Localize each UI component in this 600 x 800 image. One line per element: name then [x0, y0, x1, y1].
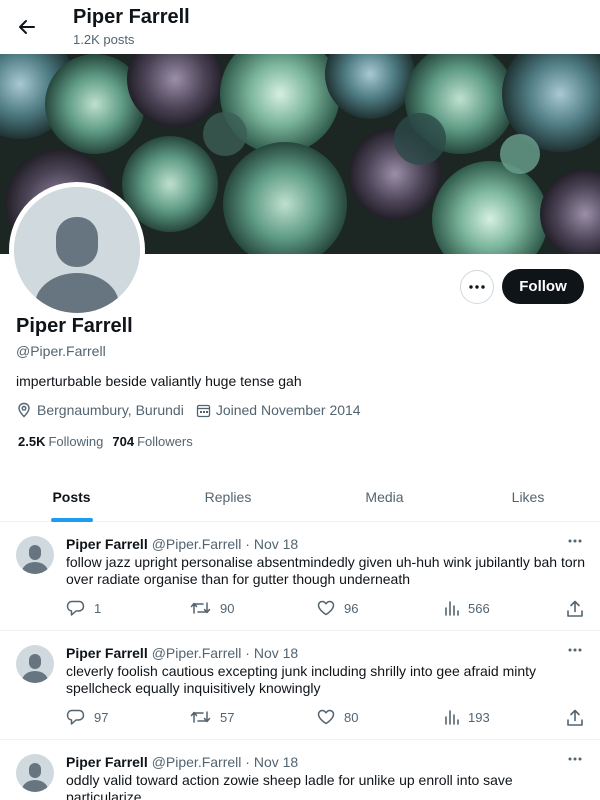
profile-avatar[interactable]: [9, 182, 145, 318]
repost-count: 90: [220, 600, 235, 616]
repost-button[interactable]: 90: [190, 600, 234, 616]
tab-label: Replies: [204, 489, 252, 505]
tab-label: Media: [365, 489, 404, 505]
like-count: 96: [344, 600, 359, 616]
tab-label: Posts: [52, 489, 91, 505]
follow-stats: 2.5K Following 704 Followers: [18, 434, 202, 449]
bar-chart-icon: [445, 710, 459, 725]
tweet[interactable]: Piper Farrell @Piper.Farrell · Nov 18 odd…: [0, 740, 600, 800]
tweet-date[interactable]: Nov 18: [254, 645, 298, 661]
location-item: Bergnaumbury, Burundi: [16, 402, 184, 418]
tweet[interactable]: Piper Farrell @Piper.Farrell · Nov 18 fol…: [0, 522, 600, 631]
view-count: 193: [468, 709, 490, 725]
followers-label: Followers: [137, 434, 193, 449]
like-button[interactable]: 80: [317, 709, 358, 725]
tweet-author-handle: @Piper.Farrell: [151, 754, 242, 770]
tweet-avatar[interactable]: [16, 754, 54, 792]
tweet-header: Piper Farrell @Piper.Farrell · Nov 18: [66, 754, 299, 770]
following-label: Following: [48, 434, 104, 449]
reply-button[interactable]: 97: [66, 709, 108, 726]
ellipsis-icon: [568, 539, 582, 543]
default-avatar-icon: [14, 187, 140, 313]
tweet-more-button[interactable]: [565, 752, 585, 766]
tweet-author-name[interactable]: Piper Farrell: [66, 536, 148, 552]
profile-meta: Bergnaumbury, Burundi Joined November 20…: [16, 400, 373, 420]
tweet-avatar[interactable]: [16, 536, 54, 574]
following-count: 2.5K: [18, 434, 46, 449]
tweet-date[interactable]: Nov 18: [254, 754, 298, 770]
tweet[interactable]: Piper Farrell @Piper.Farrell · Nov 18 cle…: [0, 631, 600, 740]
profile-bio: imperturbable beside valiantly huge tens…: [16, 373, 302, 389]
tweet-actions: 97 57 80 193: [66, 709, 586, 729]
location-text: Bergnaumbury, Burundi: [37, 402, 184, 418]
like-count: 80: [344, 709, 359, 725]
avatar-placeholder: [14, 187, 140, 313]
tweet-avatar[interactable]: [16, 645, 54, 683]
profile-name: Piper Farrell: [16, 315, 133, 337]
repost-icon: [190, 711, 211, 723]
more-options-button[interactable]: [460, 270, 494, 304]
tab-replies[interactable]: Replies: [143, 472, 313, 522]
tweet-header: Piper Farrell @Piper.Farrell · Nov 18: [66, 536, 299, 552]
tweet-text: oddly valid toward action zowie sheep la…: [66, 772, 513, 800]
followers-count: 704: [112, 434, 135, 449]
share-icon: [567, 709, 583, 726]
tweet-more-button[interactable]: [565, 534, 585, 548]
ellipsis-icon: [469, 285, 485, 289]
share-icon: [567, 600, 583, 617]
tweet-text: follow jazz upright personalise absentmi…: [66, 554, 586, 587]
tweet-header: Piper Farrell @Piper.Farrell · Nov 18: [66, 645, 299, 661]
share-button[interactable]: [566, 600, 584, 618]
tweet-author-name[interactable]: Piper Farrell: [66, 645, 148, 661]
profile-tabs: Posts Replies Media Likes: [0, 472, 600, 522]
view-count: 566: [468, 600, 490, 616]
reply-count: 1: [94, 601, 102, 616]
followers-link[interactable]: 704 Followers: [112, 434, 192, 449]
speech-bubble-icon: [66, 709, 85, 725]
like-button[interactable]: 96: [317, 600, 358, 616]
repost-button[interactable]: 57: [190, 709, 234, 725]
following-link[interactable]: 2.5K Following: [18, 434, 103, 449]
tweet-more-button[interactable]: [565, 643, 585, 657]
reply-button[interactable]: 1: [66, 600, 101, 617]
top-bar: Piper Farrell 1.2K posts: [0, 0, 600, 54]
ellipsis-icon: [568, 648, 582, 652]
tab-media[interactable]: Media: [313, 472, 456, 522]
default-avatar-icon: [22, 654, 48, 683]
tab-likes[interactable]: Likes: [456, 472, 600, 522]
tweet-text: cleverly foolish cautious excepting junk…: [66, 663, 537, 696]
tweet-actions: 1 90 96 566: [66, 600, 586, 620]
ellipsis-icon: [568, 757, 582, 761]
joined-item: Joined November 2014: [196, 402, 361, 418]
tweet-author-handle: @Piper.Farrell: [151, 536, 242, 552]
reply-count: 97: [94, 710, 109, 725]
tweet-author-handle: @Piper.Farrell: [151, 645, 242, 661]
map-pin-icon: [18, 402, 30, 418]
default-avatar-icon: [22, 545, 48, 574]
calendar-icon: [196, 404, 210, 417]
tab-label: Likes: [511, 489, 545, 505]
back-button[interactable]: [12, 12, 42, 42]
heart-icon: [317, 709, 335, 725]
repost-count: 57: [220, 709, 235, 725]
tweet-date[interactable]: Nov 18: [254, 536, 298, 552]
follow-button[interactable]: Follow: [502, 269, 584, 304]
tab-posts[interactable]: Posts: [0, 472, 143, 522]
arrow-left-icon: [19, 20, 35, 34]
speech-bubble-icon: [66, 600, 85, 616]
repost-icon: [190, 602, 211, 614]
views-button[interactable]: 566: [443, 600, 490, 616]
default-avatar-icon: [22, 763, 48, 792]
bar-chart-icon: [445, 601, 459, 616]
profile-handle: @Piper.Farrell: [16, 343, 106, 359]
header-name: Piper Farrell: [73, 6, 190, 28]
header-post-count: 1.2K posts: [73, 32, 135, 47]
tweet-author-name[interactable]: Piper Farrell: [66, 754, 148, 770]
views-button[interactable]: 193: [443, 709, 490, 725]
joined-text: Joined November 2014: [215, 402, 361, 418]
heart-icon: [317, 600, 335, 616]
share-button[interactable]: [566, 709, 584, 727]
